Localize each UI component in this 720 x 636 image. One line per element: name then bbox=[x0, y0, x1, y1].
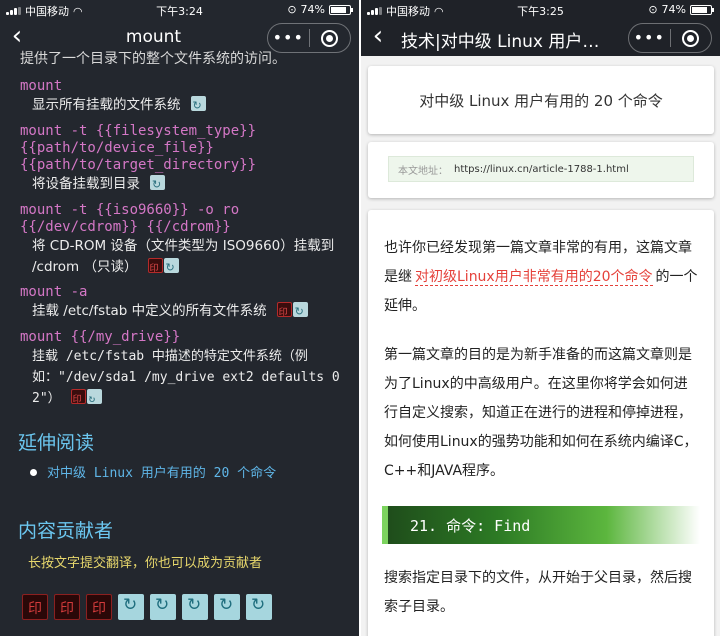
left-screen: 中国移动 ◠ 下午3:24 ⊙ 74% ‹ mount ••• 提供了一个目录下… bbox=[0, 0, 359, 636]
nav-bar: ‹ 技术|对中级 Linux 用户… ••• bbox=[361, 18, 720, 56]
article-body-card: 也许你已经发现第一篇文章非常的有用，这篇文章是继 对初级Linux用户非常有用的2… bbox=[368, 210, 714, 636]
entry-3: mount -t {{iso9660}} -o ro {{/dev/cdrom}… bbox=[20, 202, 356, 280]
command-desc: 将 CD-ROM 设备（文件类型为 ISO9660）挂载到 /cdrom （只读… bbox=[20, 236, 356, 280]
article-paragraph: 搜索指定目录下的文件，从开始于父目录，然后搜索子目录。 bbox=[384, 570, 692, 615]
desc-text[interactable]: 挂载 /etc/fstab 中定义的所有文件系统 bbox=[32, 303, 267, 319]
command-text[interactable]: mount -a bbox=[20, 284, 356, 301]
further-reading-heading: 延伸阅读 bbox=[18, 432, 95, 454]
status-bar: 中国移动 ◠ 下午3:24 ⊙ 74% bbox=[0, 0, 359, 18]
contributor-avatar[interactable] bbox=[118, 594, 144, 620]
further-reading-link[interactable]: 对中级 Linux 用户有用的 20 个命令 bbox=[47, 466, 276, 481]
battery-icon bbox=[329, 4, 353, 15]
contributor-icon[interactable] bbox=[86, 388, 102, 409]
battery-icon bbox=[690, 4, 714, 15]
previous-article-link[interactable]: 对初级Linux用户非常有用的20个命令 bbox=[415, 269, 653, 286]
bullet-icon bbox=[30, 469, 37, 476]
contributor-avatar[interactable] bbox=[54, 594, 80, 620]
status-bar: 中国移动 ◠ 下午3:25 ⊙ 74% bbox=[361, 0, 720, 18]
article-title-card: 对中级 Linux 用户有用的 20 个命令 bbox=[368, 66, 714, 134]
command-desc: 挂载 /etc/fstab 中描述的特定文件系统（例如："/dev/sda1 /… bbox=[20, 346, 356, 411]
desc-text[interactable]: 显示所有挂载的文件系统 bbox=[32, 97, 181, 113]
contributor-icon[interactable] bbox=[150, 174, 165, 195]
right-screen: 中国移动 ◠ 下午3:25 ⊙ 74% ‹ 技术|对中级 Linux 用户… •… bbox=[361, 0, 720, 636]
further-reading-item: 对中级 Linux 用户有用的 20 个命令 bbox=[16, 462, 356, 481]
back-button[interactable]: ‹ bbox=[367, 22, 389, 50]
command-desc: 挂载 /etc/fstab 中定义的所有文件系统 bbox=[20, 301, 356, 324]
contributor-icon[interactable] bbox=[70, 389, 86, 411]
back-button[interactable]: ‹ bbox=[6, 22, 28, 50]
command-desc: 将设备挂载到目录 bbox=[20, 174, 356, 195]
contributor-avatars bbox=[22, 594, 272, 620]
status-right: ⊙ 74% bbox=[287, 3, 353, 16]
page-title: mount bbox=[125, 27, 182, 47]
contributor-icon[interactable] bbox=[147, 258, 163, 280]
section-heading-text: 21. 命令: Find bbox=[410, 516, 531, 535]
orientation-lock-icon: ⊙ bbox=[648, 3, 658, 16]
contributor-avatar[interactable] bbox=[22, 594, 48, 620]
close-icon bbox=[682, 29, 700, 47]
command-text[interactable]: mount {{/my_drive}} bbox=[20, 329, 356, 346]
article-title: 对中级 Linux 用户有用的 20 个命令 bbox=[419, 91, 663, 110]
contributor-avatar[interactable] bbox=[150, 594, 176, 620]
command-text[interactable]: mount -t {{filesystem_type}} {{path/to/d… bbox=[20, 123, 356, 174]
entry-4: mount -a 挂载 /etc/fstab 中定义的所有文件系统 bbox=[20, 284, 356, 324]
battery-percent: 74% bbox=[661, 3, 686, 16]
contributor-icon[interactable] bbox=[292, 301, 308, 322]
article-url-card: 本文地址： https://linux.cn/article-1788-1.ht… bbox=[368, 142, 714, 198]
contributors-heading: 内容贡献者 bbox=[18, 520, 114, 542]
contributors-hint: 长按文字提交翻译，你也可以成为贡献者 bbox=[28, 556, 263, 571]
entry-2: mount -t {{filesystem_type}} {{path/to/d… bbox=[20, 123, 356, 195]
mini-program-capsule: ••• bbox=[628, 23, 712, 53]
entry-5: mount {{/my_drive}} 挂载 /etc/fstab 中描述的特定… bbox=[20, 329, 356, 411]
article-url[interactable]: https://linux.cn/article-1788-1.html bbox=[454, 164, 629, 175]
more-button[interactable]: ••• bbox=[629, 24, 670, 52]
status-right: ⊙ 74% bbox=[648, 3, 714, 16]
close-icon bbox=[321, 29, 339, 47]
contributor-avatar[interactable] bbox=[246, 594, 272, 620]
orientation-lock-icon: ⊙ bbox=[287, 3, 297, 16]
contributor-avatar[interactable] bbox=[86, 594, 112, 620]
close-button[interactable] bbox=[671, 29, 712, 47]
entry-1: mount 显示所有挂载的文件系统 bbox=[20, 78, 356, 116]
desc-text[interactable]: 将 CD-ROM 设备（文件类型为 ISO9660）挂载到 /cdrom （只读… bbox=[32, 238, 334, 275]
battery-percent: 74% bbox=[300, 3, 325, 16]
article-paragraph: 也许你已经发现第一篇文章非常的有用，这篇文章是继 对初级Linux用户非常有用的2… bbox=[382, 234, 700, 321]
url-label: 本文地址： bbox=[398, 165, 448, 177]
desc-text[interactable]: 将设备挂载到目录 bbox=[32, 176, 140, 192]
contributor-icon[interactable] bbox=[163, 257, 179, 278]
contributor-icon[interactable] bbox=[190, 95, 206, 116]
section-heading: 21. 命令: Find bbox=[382, 506, 700, 544]
article-paragraph: 第一篇文章的目的是为新手准备的而这篇文章则是为了Linux的中高级用户。在这里你… bbox=[384, 347, 698, 479]
command-text[interactable]: mount -t {{iso9660}} -o ro {{/dev/cdrom}… bbox=[20, 202, 356, 236]
contributor-avatar[interactable] bbox=[214, 594, 240, 620]
command-desc: 显示所有挂载的文件系统 bbox=[20, 95, 356, 116]
close-button[interactable] bbox=[310, 29, 351, 47]
contributor-avatar[interactable] bbox=[182, 594, 208, 620]
command-text[interactable]: mount bbox=[20, 78, 356, 95]
intro-text: 提供了一个目录下的整个文件系统的访问。 bbox=[20, 51, 286, 67]
article-url-box[interactable]: 本文地址： https://linux.cn/article-1788-1.ht… bbox=[388, 156, 694, 182]
contributor-icon[interactable] bbox=[276, 302, 292, 324]
page-title: 技术|对中级 Linux 用户… bbox=[401, 32, 600, 52]
